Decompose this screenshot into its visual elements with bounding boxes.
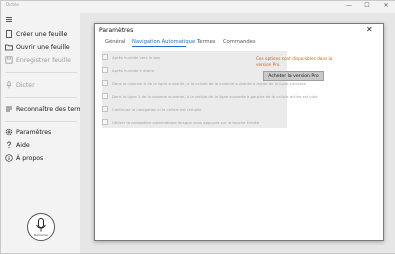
- sidebar-item-label: Ouvrir une feuille: [16, 43, 70, 51]
- sidebar-item-label: Enregistrer feuille: [16, 56, 71, 64]
- checkbox[interactable]: [102, 93, 108, 99]
- buy-pro-button[interactable]: Acheter la version Pro: [263, 71, 324, 81]
- close-icon[interactable]: ✕: [366, 25, 373, 34]
- folder-icon: [5, 43, 13, 51]
- checkbox[interactable]: [102, 119, 108, 125]
- tab-commands[interactable]: Commandes: [223, 39, 256, 45]
- option-label: Utiliser la navigation automatique lorsq…: [112, 119, 260, 125]
- settings-dialog: Paramètres ✕ Général Navigation Automati…: [94, 23, 384, 241]
- gear-icon: [5, 128, 13, 136]
- sidebar-item-recognize-terms[interactable]: Reconnaître des termes: [5, 104, 90, 114]
- sidebar-item-settings[interactable]: Paramètres: [5, 127, 51, 137]
- sidebar-item-save-sheet[interactable]: Enregistrer feuille: [5, 55, 71, 65]
- title-bar: Dictée — ☐ ✕: [1, 1, 395, 13]
- minimize-button[interactable]: —: [343, 1, 355, 11]
- sidebar-item-label: Reconnaître des termes: [16, 105, 90, 113]
- close-window-button[interactable]: ✕: [380, 1, 392, 11]
- sidebar-item-help[interactable]: Aide: [5, 140, 30, 150]
- sidebar-item-label: Dicter: [16, 81, 35, 89]
- checkbox[interactable]: [102, 80, 108, 86]
- option-row[interactable]: Après humide à droite: [102, 67, 154, 73]
- terms-icon: [5, 105, 13, 113]
- new-file-icon: [5, 30, 13, 38]
- option-row[interactable]: Dans la ligne 1 de la colonne suivante, …: [102, 93, 318, 99]
- help-icon: [5, 141, 13, 149]
- sidebar-divider: [5, 121, 77, 122]
- active-tab-indicator: [132, 46, 186, 47]
- sidebar-item-label: Créer une feuille: [16, 30, 68, 38]
- sidebar-divider: [5, 97, 77, 98]
- sidebar-item-about[interactable]: À propos: [5, 153, 43, 163]
- save-icon: [5, 56, 13, 64]
- maximize-button[interactable]: ☐: [361, 1, 373, 11]
- option-row[interactable]: Après humide vers le bas: [102, 54, 160, 60]
- app-title: Dictée: [6, 2, 19, 7]
- sidebar-item-label: À propos: [16, 154, 44, 162]
- option-label: Dans la ligne 1 de la colonne suivante, …: [112, 93, 318, 99]
- pro-version-notice: Ces options sont disponibles dans la ver…: [256, 56, 333, 67]
- option-label: Après humide à droite: [112, 67, 155, 73]
- sidebar-item-dictate[interactable]: Dicter: [5, 80, 35, 90]
- checkbox[interactable]: [102, 106, 108, 112]
- option-label: Continuer la navigation si la cellule es…: [112, 106, 202, 112]
- sidebar-item-open-sheet[interactable]: Ouvrir une feuille: [5, 42, 70, 52]
- sidebar-divider: [5, 72, 77, 73]
- sidebar-item-label: Aide: [16, 141, 30, 149]
- info-icon: [5, 154, 13, 162]
- checkbox[interactable]: [102, 54, 108, 60]
- dialog-title: Paramètres: [99, 27, 134, 34]
- start-dictation-label: Démarrer: [33, 233, 49, 237]
- option-row[interactable]: Utiliser la navigation automatique lorsq…: [102, 119, 259, 125]
- sidebar-item-label: Paramètres: [16, 128, 52, 136]
- tab-automatic-navigation[interactable]: Navigation Automatique: [132, 39, 195, 45]
- sidebar: Créer une feuille Ouvrir une feuille Enr…: [1, 13, 90, 253]
- hamburger-menu-icon[interactable]: [6, 17, 12, 22]
- tab-general[interactable]: Général: [105, 39, 125, 45]
- start-dictation-button[interactable]: Démarrer: [27, 213, 55, 241]
- tab-terms[interactable]: Termes: [197, 39, 215, 45]
- sidebar-item-new-sheet[interactable]: Créer une feuille: [5, 29, 67, 39]
- checkbox[interactable]: [102, 67, 108, 73]
- microphone-icon: [5, 81, 13, 89]
- option-row[interactable]: Continuer la navigation si la cellule es…: [102, 106, 201, 112]
- option-label: Après humide vers le bas: [112, 54, 161, 60]
